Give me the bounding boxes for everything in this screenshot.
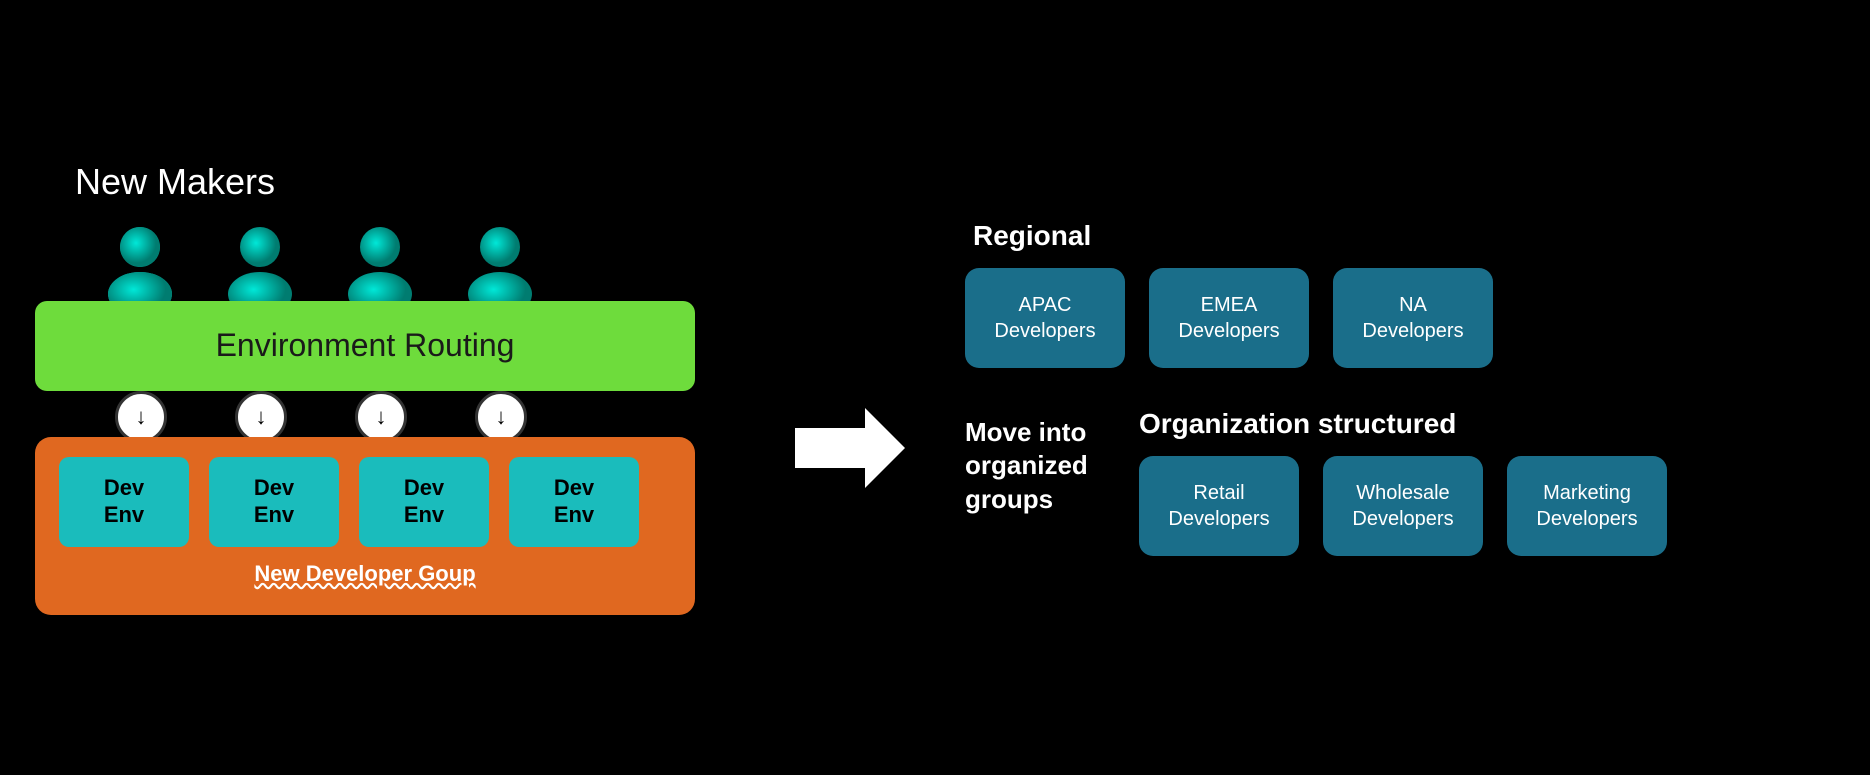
arrows-row: ↓ ↓ ↓ ↓	[115, 391, 527, 443]
right-side: Regional APACDevelopers EMEADevelopers N…	[965, 220, 1835, 556]
regional-groups-row: APACDevelopers EMEADevelopers NADevelope…	[965, 268, 1835, 368]
person-icon-1	[95, 219, 185, 309]
dev-env-box-2: DevEnv	[209, 457, 339, 547]
arrow-circle-3: ↓	[355, 391, 407, 443]
regional-section: Regional APACDevelopers EMEADevelopers N…	[965, 220, 1835, 368]
arrow-circle-2: ↓	[235, 391, 287, 443]
new-makers-label: New Makers	[75, 161, 275, 203]
person-icon-4	[455, 219, 545, 309]
dev-env-text-2: DevEnv	[254, 475, 294, 528]
dev-env-box-4: DevEnv	[509, 457, 639, 547]
main-container: New Makers	[35, 18, 1835, 758]
dev-env-text-3: DevEnv	[404, 475, 444, 528]
left-side: New Makers	[35, 161, 735, 615]
arrow-circle-4: ↓	[475, 391, 527, 443]
marketing-developers-box: MarketingDevelopers	[1507, 456, 1667, 556]
org-section: Move into organized groups Organization …	[965, 408, 1835, 556]
big-right-arrow	[795, 408, 905, 488]
dev-group-box: DevEnv DevEnv DevEnv DevEnv New Develope…	[35, 437, 695, 615]
retail-developers-box: RetailDevelopers	[1139, 456, 1299, 556]
org-boxes-row: RetailDevelopers WholesaleDevelopers Mar…	[1139, 456, 1667, 556]
org-groups: Organization structured RetailDevelopers…	[1139, 408, 1667, 556]
routing-box: Environment Routing	[35, 301, 695, 391]
org-title: Organization structured	[1139, 408, 1667, 440]
na-developers-box: NADevelopers	[1333, 268, 1493, 368]
dev-env-text-4: DevEnv	[554, 475, 594, 528]
regional-title: Regional	[973, 220, 1835, 252]
wholesale-developers-box: WholesaleDevelopers	[1323, 456, 1483, 556]
emea-developers-box: EMEADevelopers	[1149, 268, 1309, 368]
routing-label: Environment Routing	[216, 327, 515, 364]
apac-developers-box: APACDevelopers	[965, 268, 1125, 368]
arrow-circle-1: ↓	[115, 391, 167, 443]
dev-env-box-3: DevEnv	[359, 457, 489, 547]
makers-row	[95, 219, 545, 309]
dev-group-label: New Developer Goup	[59, 561, 671, 587]
person-icon-3	[335, 219, 425, 309]
dev-env-box-1: DevEnv	[59, 457, 189, 547]
move-into-label: Move into organized groups	[965, 408, 1115, 517]
dev-env-text-1: DevEnv	[104, 475, 144, 528]
middle-arrow-container	[795, 408, 905, 488]
dev-envs-row: DevEnv DevEnv DevEnv DevEnv	[59, 457, 671, 547]
person-icon-2	[215, 219, 305, 309]
